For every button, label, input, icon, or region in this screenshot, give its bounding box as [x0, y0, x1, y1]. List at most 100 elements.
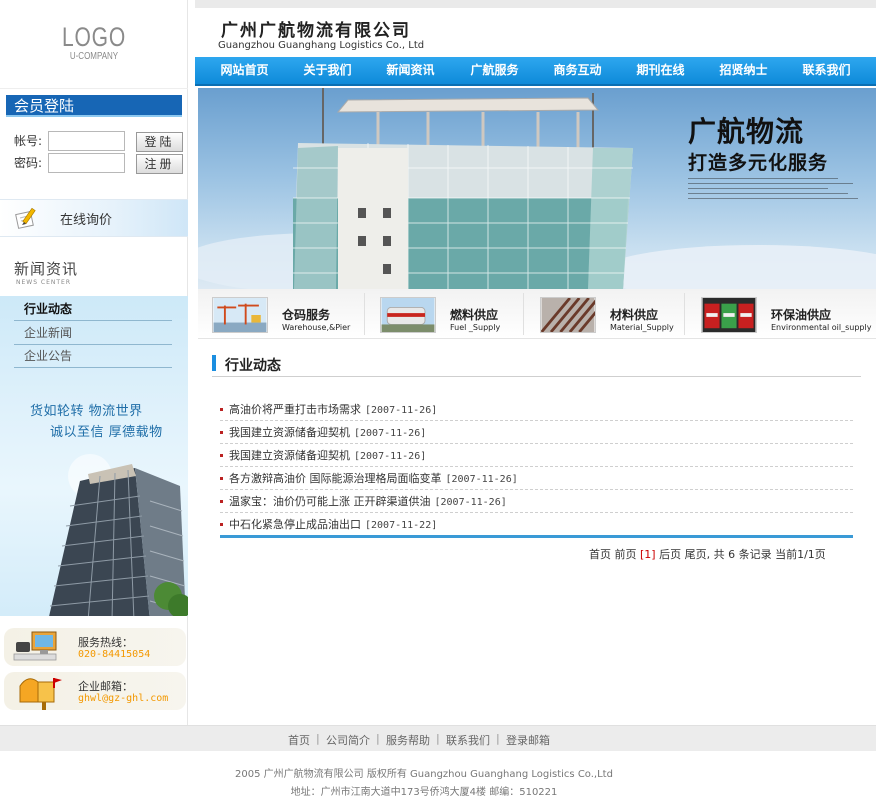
- bullet-icon: [220, 431, 223, 434]
- service-divider: [364, 293, 365, 335]
- list-item[interactable]: 我国建立资源储备迎契机 [2007-11-26]: [220, 421, 853, 444]
- nav-news[interactable]: 新闻资讯: [369, 57, 452, 84]
- crane-icon: [212, 297, 268, 333]
- list-item[interactable]: 高油价将严重打击市场需求 [2007-11-26]: [220, 398, 853, 421]
- pagination: 首页 前页 [1] 后页 尾页, 共 6 条记录 当前1/1页: [589, 546, 826, 562]
- service-subtitle: Material_Supply: [610, 323, 674, 332]
- bullet-icon: [220, 477, 223, 480]
- computer-phone-icon: [13, 631, 57, 661]
- copyright-text: 2005 广州广航物流有限公司 版权所有 Guangzhou Guanghang…: [235, 769, 613, 780]
- main-content: 行业动态 高油价将严重打击市场需求 [2007-11-26] 我国建立资源储备迎契…: [198, 339, 876, 725]
- hero-banner: 广航物流 打造多元化服务: [198, 88, 876, 289]
- site-header: 广州广航物流有限公司 Guangzhou Guanghang Logistics…: [195, 0, 876, 57]
- footer-separator: |: [496, 732, 500, 745]
- company-email-box[interactable]: 企业邮箱： ghwl@gz-ghl.com: [4, 672, 186, 710]
- article-title[interactable]: 各方激辩高油价 国际能源治理格局面临变革: [229, 472, 442, 485]
- bullet-icon: [220, 523, 223, 526]
- list-item[interactable]: 我国建立资源储备迎契机 [2007-11-26]: [220, 444, 853, 467]
- nav-about[interactable]: 关于我们: [286, 57, 369, 84]
- slogan-line-2: 诚以至信 厚德载物: [50, 425, 163, 440]
- service-subtitle: Environmental oil_supply: [771, 323, 872, 332]
- service-environmental-oil[interactable]: 环保油供应 Environmental oil_supply: [687, 289, 871, 339]
- service-title: 环保油供应: [771, 308, 832, 322]
- pager-page-info: 当前1/1页: [775, 548, 826, 561]
- bullet-icon: [220, 500, 223, 503]
- footer-link-help[interactable]: 服务帮助: [386, 732, 430, 748]
- section-marker: [212, 355, 216, 371]
- footer-separator: |: [376, 732, 380, 745]
- service-subtitle: Warehouse,&Pier: [282, 323, 351, 332]
- service-warehouse[interactable]: 仓码服务 Warehouse,&Pier: [198, 289, 359, 339]
- article-title[interactable]: 温家宝：油价仍可能上涨 正开辟渠道供油: [229, 495, 431, 508]
- article-date: [2007-11-26]: [434, 497, 507, 508]
- email-address[interactable]: ghwl@gz-ghl.com: [78, 693, 168, 704]
- service-title: 燃料供应: [450, 308, 499, 322]
- address-text: 地址：广州市江南大道中173号侨鸿大厦4楼 邮编：510221: [290, 787, 558, 798]
- nav-business[interactable]: 商务互动: [536, 57, 619, 84]
- list-bottom-rule: [220, 535, 853, 538]
- sidebar-item-company-news[interactable]: 企业新闻: [14, 322, 172, 345]
- service-material[interactable]: 材料供应 Material_Supply: [526, 289, 687, 339]
- pager-next[interactable]: 后页: [659, 548, 681, 561]
- section-title: 行业动态: [225, 358, 281, 374]
- service-title: 仓码服务: [282, 308, 331, 322]
- pager-total: 共 6 条记录: [713, 548, 772, 561]
- account-label: 帐号:: [14, 134, 43, 148]
- article-date: [2007-11-22]: [365, 520, 438, 531]
- list-item[interactable]: 温家宝：油价仍可能上涨 正开辟渠道供油 [2007-11-26]: [220, 490, 853, 513]
- footer-link-about[interactable]: 公司简介: [326, 732, 370, 748]
- online-inquiry-link[interactable]: 在线询价: [0, 199, 188, 237]
- news-center-title: 新闻资讯: [14, 260, 79, 278]
- article-title[interactable]: 我国建立资源储备迎契机: [229, 426, 350, 439]
- nav-home[interactable]: 网站首页: [203, 57, 286, 84]
- password-label: 密码:: [14, 156, 43, 170]
- service-fuel[interactable]: 燃料供应 Fuel _Supply: [366, 289, 527, 339]
- service-hotline-box: 服务热线： 020-84415054: [4, 628, 186, 666]
- main-nav: 网站首页 关于我们 新闻资讯 广航服务 商务互动 期刊在线 招贤纳士 联系我们: [195, 57, 876, 86]
- service-strip: 仓码服务 Warehouse,&Pier 燃料供应 Fuel _Supply 材…: [198, 289, 876, 339]
- sidebar-item-company-notice[interactable]: 企业公告: [14, 345, 172, 368]
- fuel-tank-icon: [380, 297, 436, 333]
- member-login-panel: 会员登陆 帐号: 登陆 密码: 注册: [0, 88, 188, 198]
- pager-last[interactable]: 尾页,: [685, 548, 711, 561]
- logo-subtext: U-COMPANY: [69, 51, 119, 62]
- article-date: [2007-11-26]: [365, 405, 438, 416]
- news-center-heading: 新闻资讯 NEWS CENTER: [0, 248, 188, 296]
- banner-fine-print: [688, 178, 858, 203]
- service-title: 材料供应: [610, 308, 659, 322]
- slogan-line-1: 货如轮转 物流世界: [30, 404, 143, 419]
- article-title[interactable]: 高油价将严重打击市场需求: [229, 403, 361, 416]
- logo-text: LOGO: [62, 22, 126, 52]
- password-input[interactable]: [48, 153, 125, 173]
- article-title[interactable]: 中石化紧急停止成品油出口: [229, 518, 361, 531]
- article-date: [2007-11-26]: [354, 451, 427, 462]
- nav-recruitment[interactable]: 招贤纳士: [702, 57, 785, 84]
- news-center-subtitle: NEWS CENTER: [16, 279, 72, 286]
- online-inquiry-label: 在线询价: [60, 213, 113, 228]
- list-item[interactable]: 各方激辩高油价 国际能源治理格局面临变革 [2007-11-26]: [220, 467, 853, 490]
- hotline-title: 服务热线：: [78, 636, 133, 649]
- footer-link-home[interactable]: 首页: [288, 732, 310, 748]
- list-item[interactable]: 中石化紧急停止成品油出口 [2007-11-22]: [220, 513, 853, 536]
- account-input[interactable]: [48, 131, 125, 151]
- footer-link-contact[interactable]: 联系我们: [446, 732, 490, 748]
- article-list: 高油价将严重打击市场需求 [2007-11-26] 我国建立资源储备迎契机 [200…: [220, 398, 853, 536]
- company-name-en: Guangzhou Guanghang Logistics Co., Ltd: [218, 40, 425, 51]
- oil-drums-icon: [701, 297, 757, 333]
- nav-contact[interactable]: 联系我们: [785, 57, 868, 84]
- sidebar-item-industry-news[interactable]: 行业动态: [14, 298, 172, 321]
- footer-link-mail-login[interactable]: 登录邮箱: [506, 732, 550, 748]
- nav-services[interactable]: 广航服务: [453, 57, 536, 84]
- company-logo[interactable]: LOGO U-COMPANY: [0, 0, 188, 88]
- pager-prev[interactable]: 前页: [615, 548, 637, 561]
- nav-journal[interactable]: 期刊在线: [619, 57, 702, 84]
- bullet-icon: [220, 454, 223, 457]
- office-tower-image: [49, 454, 188, 616]
- pager-first[interactable]: 首页: [589, 548, 611, 561]
- register-button[interactable]: 注册: [136, 154, 183, 174]
- login-button[interactable]: 登陆: [136, 132, 183, 152]
- footer-nav: 首页 | 公司简介 | 服务帮助 | 联系我们 | 登录邮箱: [0, 725, 876, 751]
- bullet-icon: [220, 408, 223, 411]
- article-title[interactable]: 我国建立资源储备迎契机: [229, 449, 350, 462]
- pager-current: [1]: [640, 548, 656, 561]
